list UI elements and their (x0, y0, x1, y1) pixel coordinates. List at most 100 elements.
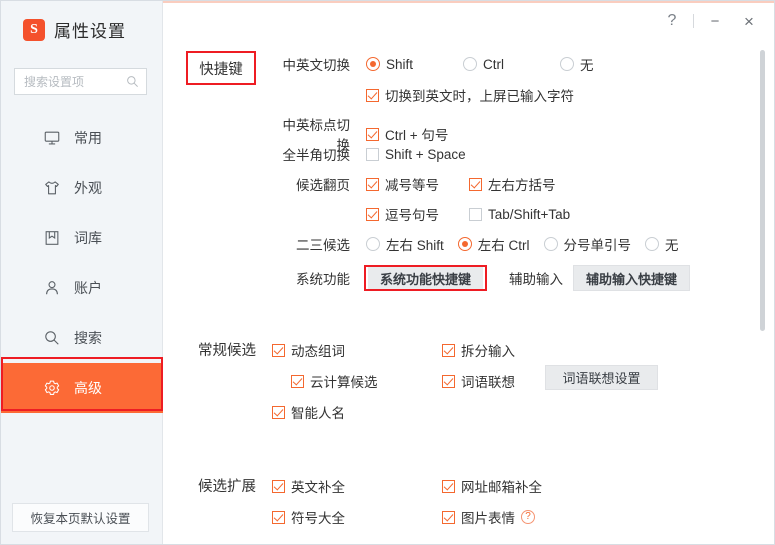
radio-indicator (366, 237, 380, 251)
word-association-settings-button[interactable]: 词语联想设置 (545, 365, 658, 390)
radio-label: 无 (580, 58, 594, 73)
radio-label: 左右 Shift (386, 238, 444, 253)
reset-defaults-button[interactable]: 恢复本页默认设置 (12, 503, 149, 532)
window-controls: ? − × (655, 1, 766, 41)
checkbox-square-brackets[interactable]: 左右方括号 (469, 174, 556, 194)
checkbox-label: 云计算候选 (310, 375, 378, 390)
sidebar-item-label: 词库 (74, 230, 102, 246)
label-page-turn: 候选翻页 (296, 178, 350, 193)
search-box[interactable] (14, 68, 147, 95)
gear-icon (44, 380, 60, 395)
checkbox-smart-name[interactable]: 智能人名 (272, 402, 345, 422)
checkbox-label: 逗号句号 (385, 208, 439, 223)
checkbox-label: 英文补全 (291, 480, 345, 495)
checkbox-english-complete[interactable]: 英文补全 (272, 476, 345, 496)
label-width-switch: 全半角切换 (282, 148, 351, 163)
checkbox-tab-shift-tab[interactable]: Tab/Shift+Tab (469, 207, 570, 222)
checkbox-indicator (272, 510, 285, 524)
sidebar-item-zhanghu[interactable]: 账户 (1, 263, 163, 313)
checkbox-split-input[interactable]: 拆分输入 (442, 340, 515, 360)
assist-input-hotkey-button[interactable]: 辅助输入快捷键 (573, 265, 691, 291)
checkbox-label: 词语联想 (461, 375, 515, 390)
checkbox-indicator (442, 374, 455, 388)
sidebar-item-label: 常用 (74, 130, 102, 146)
checkbox-comma-period[interactable]: 逗号句号 (366, 204, 462, 224)
checkbox-dynamic-word[interactable]: 动态组词 (272, 340, 345, 360)
radio-option-ctrl[interactable]: Ctrl (463, 57, 553, 72)
sidebar-item-ciku[interactable]: 词库 (1, 213, 163, 263)
sidebar-item-waiguan[interactable]: 外观 (1, 163, 163, 213)
sidebar-item-sousuo[interactable]: 搜索 (1, 313, 163, 363)
checkbox-label: 智能人名 (291, 406, 345, 421)
checkbox-minus-equal[interactable]: 减号等号 (366, 174, 462, 194)
checkbox-indicator (272, 405, 285, 419)
group-title-hotkey: 快捷键 (199, 61, 243, 78)
checkbox-label: 网址邮箱补全 (461, 480, 542, 495)
book-icon (45, 231, 59, 245)
checkbox-indicator (366, 147, 379, 161)
radio-option-shift[interactable]: Shift (366, 57, 456, 72)
radio-indicator (366, 57, 380, 71)
sidebar-item-label: 账户 (74, 280, 102, 296)
sidebar-item-changyong[interactable]: 常用 (1, 113, 163, 163)
label-second-third-candidate: 二三候选 (296, 238, 350, 253)
checkbox-label: 拆分输入 (461, 344, 515, 359)
radio-indicator (543, 237, 558, 251)
checkbox-label: 左右方括号 (488, 178, 556, 193)
checkbox-indicator (366, 127, 379, 141)
monitor-icon (44, 131, 60, 145)
checkbox-symbol-collection[interactable]: 符号大全 (272, 507, 345, 527)
radio-indicator (457, 237, 472, 251)
checkbox-cloud-candidate[interactable]: 云计算候选 (291, 371, 378, 391)
checkbox-commit-on-switch[interactable]: 切换到英文时，上屏已输入字符 (366, 85, 574, 105)
sidebar-item-label: 搜索 (74, 330, 102, 346)
app-brand: S 属性设置 (23, 17, 126, 42)
radio-option-none[interactable]: 无 (560, 54, 594, 74)
radio-option-none-2[interactable]: 无 (645, 234, 679, 254)
search-icon (45, 331, 59, 345)
checkbox-shift-space[interactable]: Shift + Space (366, 147, 466, 162)
checkbox-indicator (442, 510, 455, 524)
checkbox-indicator (291, 374, 304, 388)
group-title-candidate-extend: 候选扩展 (198, 479, 256, 495)
help-icon[interactable]: ? (521, 510, 535, 524)
checkbox-ctrl-period[interactable]: Ctrl + 句号 (366, 124, 448, 144)
label-assist-input: 辅助输入 (509, 272, 564, 287)
checkbox-label: 符号大全 (291, 511, 345, 526)
scrollbar-thumb[interactable] (760, 50, 765, 331)
checkbox-indicator (442, 479, 455, 493)
checkbox-label: Ctrl + 句号 (385, 128, 449, 143)
content-scrollbar[interactable] (760, 50, 765, 538)
search-input[interactable] (22, 73, 126, 90)
checkbox-label: 减号等号 (385, 178, 439, 193)
minimize-button[interactable]: − (698, 7, 732, 35)
checkbox-indicator (366, 207, 379, 221)
checkbox-picture-emoji[interactable]: 图片表情 ? (442, 507, 535, 527)
radio-label: 无 (665, 238, 679, 253)
checkbox-indicator (442, 343, 455, 357)
checkbox-label: 切换到英文时，上屏已输入字符 (385, 89, 574, 104)
system-function-hotkey-button[interactable]: 系统功能快捷键 (368, 267, 484, 289)
checkbox-indicator (272, 343, 285, 357)
close-button[interactable]: × (732, 7, 766, 35)
group-title-normal-candidate: 常规候选 (198, 343, 256, 359)
annotation-box-hotkey-title: 快捷键 (186, 51, 256, 85)
label-cn-en-switch: 中英文切换 (282, 58, 351, 73)
label-system-function: 系统功能 (296, 272, 350, 287)
radio-option-lr-shift[interactable]: 左右 Shift (366, 234, 444, 254)
checkbox-url-email-complete[interactable]: 网址邮箱补全 (442, 476, 542, 496)
checkbox-word-association[interactable]: 词语联想 (442, 371, 515, 391)
row-page-turn: 候选翻页 减号等号 左右方括号 (274, 174, 556, 194)
row-cn-en-switch: 中英文切换 Shift Ctrl 无 (274, 54, 594, 74)
radio-option-semicolon-quote[interactable]: 分号单引号 (543, 234, 631, 254)
checkbox-indicator (469, 177, 482, 191)
shirt-icon (45, 181, 59, 195)
sogou-logo-icon: S (23, 18, 45, 41)
radio-option-lr-ctrl[interactable]: 左右 Ctrl (457, 234, 530, 254)
page-title: 属性设置 (54, 22, 126, 41)
help-button[interactable]: ? (655, 7, 689, 35)
radio-indicator (645, 237, 660, 251)
row-second-third-candidate: 二三候选 左右 Shift 左右 Ctrl 分号单引号 无 (274, 234, 679, 254)
sidebar-item-gaoji[interactable]: 高级 (1, 363, 163, 413)
checkbox-indicator (469, 207, 482, 221)
